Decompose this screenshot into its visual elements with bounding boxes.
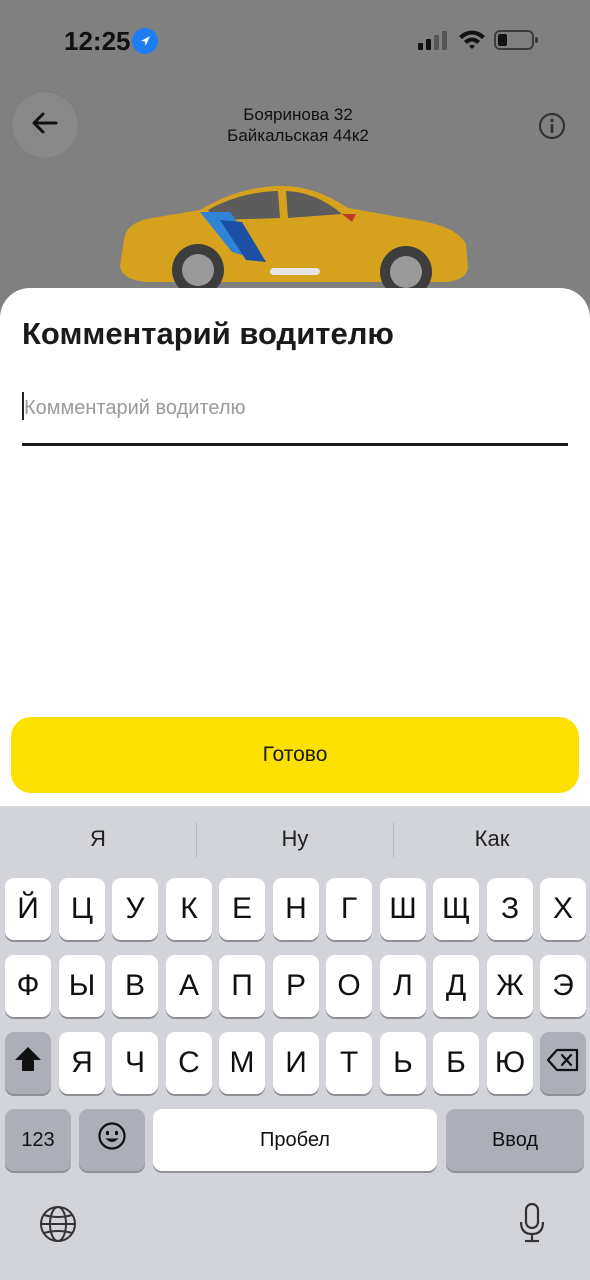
globe-icon[interactable] xyxy=(38,1204,78,1249)
microphone-icon[interactable] xyxy=(516,1202,548,1249)
taxi-car-image xyxy=(116,180,476,298)
key[interactable]: Л xyxy=(380,955,426,1017)
back-arrow-icon xyxy=(31,111,59,140)
route-from: Бояринова 32 xyxy=(243,105,353,124)
shift-key[interactable] xyxy=(5,1032,51,1094)
backspace-icon xyxy=(546,1046,579,1080)
comment-input[interactable] xyxy=(24,384,564,432)
key[interactable]: Ш xyxy=(380,878,426,940)
back-button[interactable] xyxy=(12,92,78,158)
key[interactable]: О xyxy=(326,955,372,1017)
key[interactable]: Ь xyxy=(380,1032,426,1094)
key[interactable]: З xyxy=(487,878,533,940)
info-button[interactable] xyxy=(538,112,566,140)
suggestion-bar: Я Ну Как xyxy=(0,806,590,872)
key[interactable]: И xyxy=(273,1032,319,1094)
key[interactable]: У xyxy=(112,878,158,940)
key[interactable]: Т xyxy=(326,1032,372,1094)
suggestion-item[interactable]: Я xyxy=(0,806,196,872)
suggestion-item[interactable]: Ну xyxy=(197,806,393,872)
wifi-icon xyxy=(458,28,486,55)
key[interactable]: Я xyxy=(59,1032,105,1094)
key[interactable]: Б xyxy=(433,1032,479,1094)
keyboard: Я Ну Как Й Ц У К Е Н Г Ш Щ З Х Ф Ы В А П… xyxy=(0,806,590,1280)
return-key[interactable]: Ввод xyxy=(446,1109,584,1171)
emoji-icon xyxy=(97,1121,127,1159)
key[interactable]: Р xyxy=(273,955,319,1017)
key[interactable]: С xyxy=(166,1032,212,1094)
key[interactable]: Н xyxy=(273,878,319,940)
key[interactable]: Г xyxy=(326,878,372,940)
key[interactable]: М xyxy=(219,1032,265,1094)
key[interactable]: Й xyxy=(5,878,51,940)
key[interactable]: Ы xyxy=(59,955,105,1017)
location-arrow-icon xyxy=(132,28,158,54)
key[interactable]: Ю xyxy=(487,1032,533,1094)
key[interactable]: Ц xyxy=(59,878,105,940)
backspace-key[interactable] xyxy=(540,1032,586,1094)
route-summary: Бояринова 32 Байкальская 44к2 xyxy=(150,104,446,146)
numbers-key[interactable]: 123 xyxy=(5,1109,71,1171)
key[interactable]: П xyxy=(219,955,265,1017)
key[interactable]: Д xyxy=(433,955,479,1017)
key[interactable]: Х xyxy=(540,878,586,940)
emoji-key[interactable] xyxy=(79,1109,145,1171)
key[interactable]: Ф xyxy=(5,955,51,1017)
shift-icon xyxy=(13,1045,43,1081)
info-icon xyxy=(538,112,566,144)
key[interactable]: Ж xyxy=(487,955,533,1017)
done-button[interactable]: Готово xyxy=(11,717,579,793)
route-to: Байкальская 44к2 xyxy=(227,126,369,145)
key[interactable]: Е xyxy=(219,878,265,940)
status-bar: 12:25 xyxy=(0,0,590,80)
key[interactable]: А xyxy=(166,955,212,1017)
signal-icon xyxy=(418,30,450,55)
key[interactable]: Щ xyxy=(433,878,479,940)
key[interactable]: Ч xyxy=(112,1032,158,1094)
battery-icon xyxy=(494,29,540,56)
key[interactable]: Э xyxy=(540,955,586,1017)
key[interactable]: К xyxy=(166,878,212,940)
status-time: 12:25 xyxy=(64,26,131,56)
space-key[interactable]: Пробел xyxy=(153,1109,437,1171)
sheet-title: Комментарий водителю xyxy=(22,316,394,351)
comment-field[interactable] xyxy=(22,384,568,446)
key[interactable]: В xyxy=(112,955,158,1017)
sheet-grabber[interactable] xyxy=(270,268,320,275)
suggestion-item[interactable]: Как xyxy=(394,806,590,872)
